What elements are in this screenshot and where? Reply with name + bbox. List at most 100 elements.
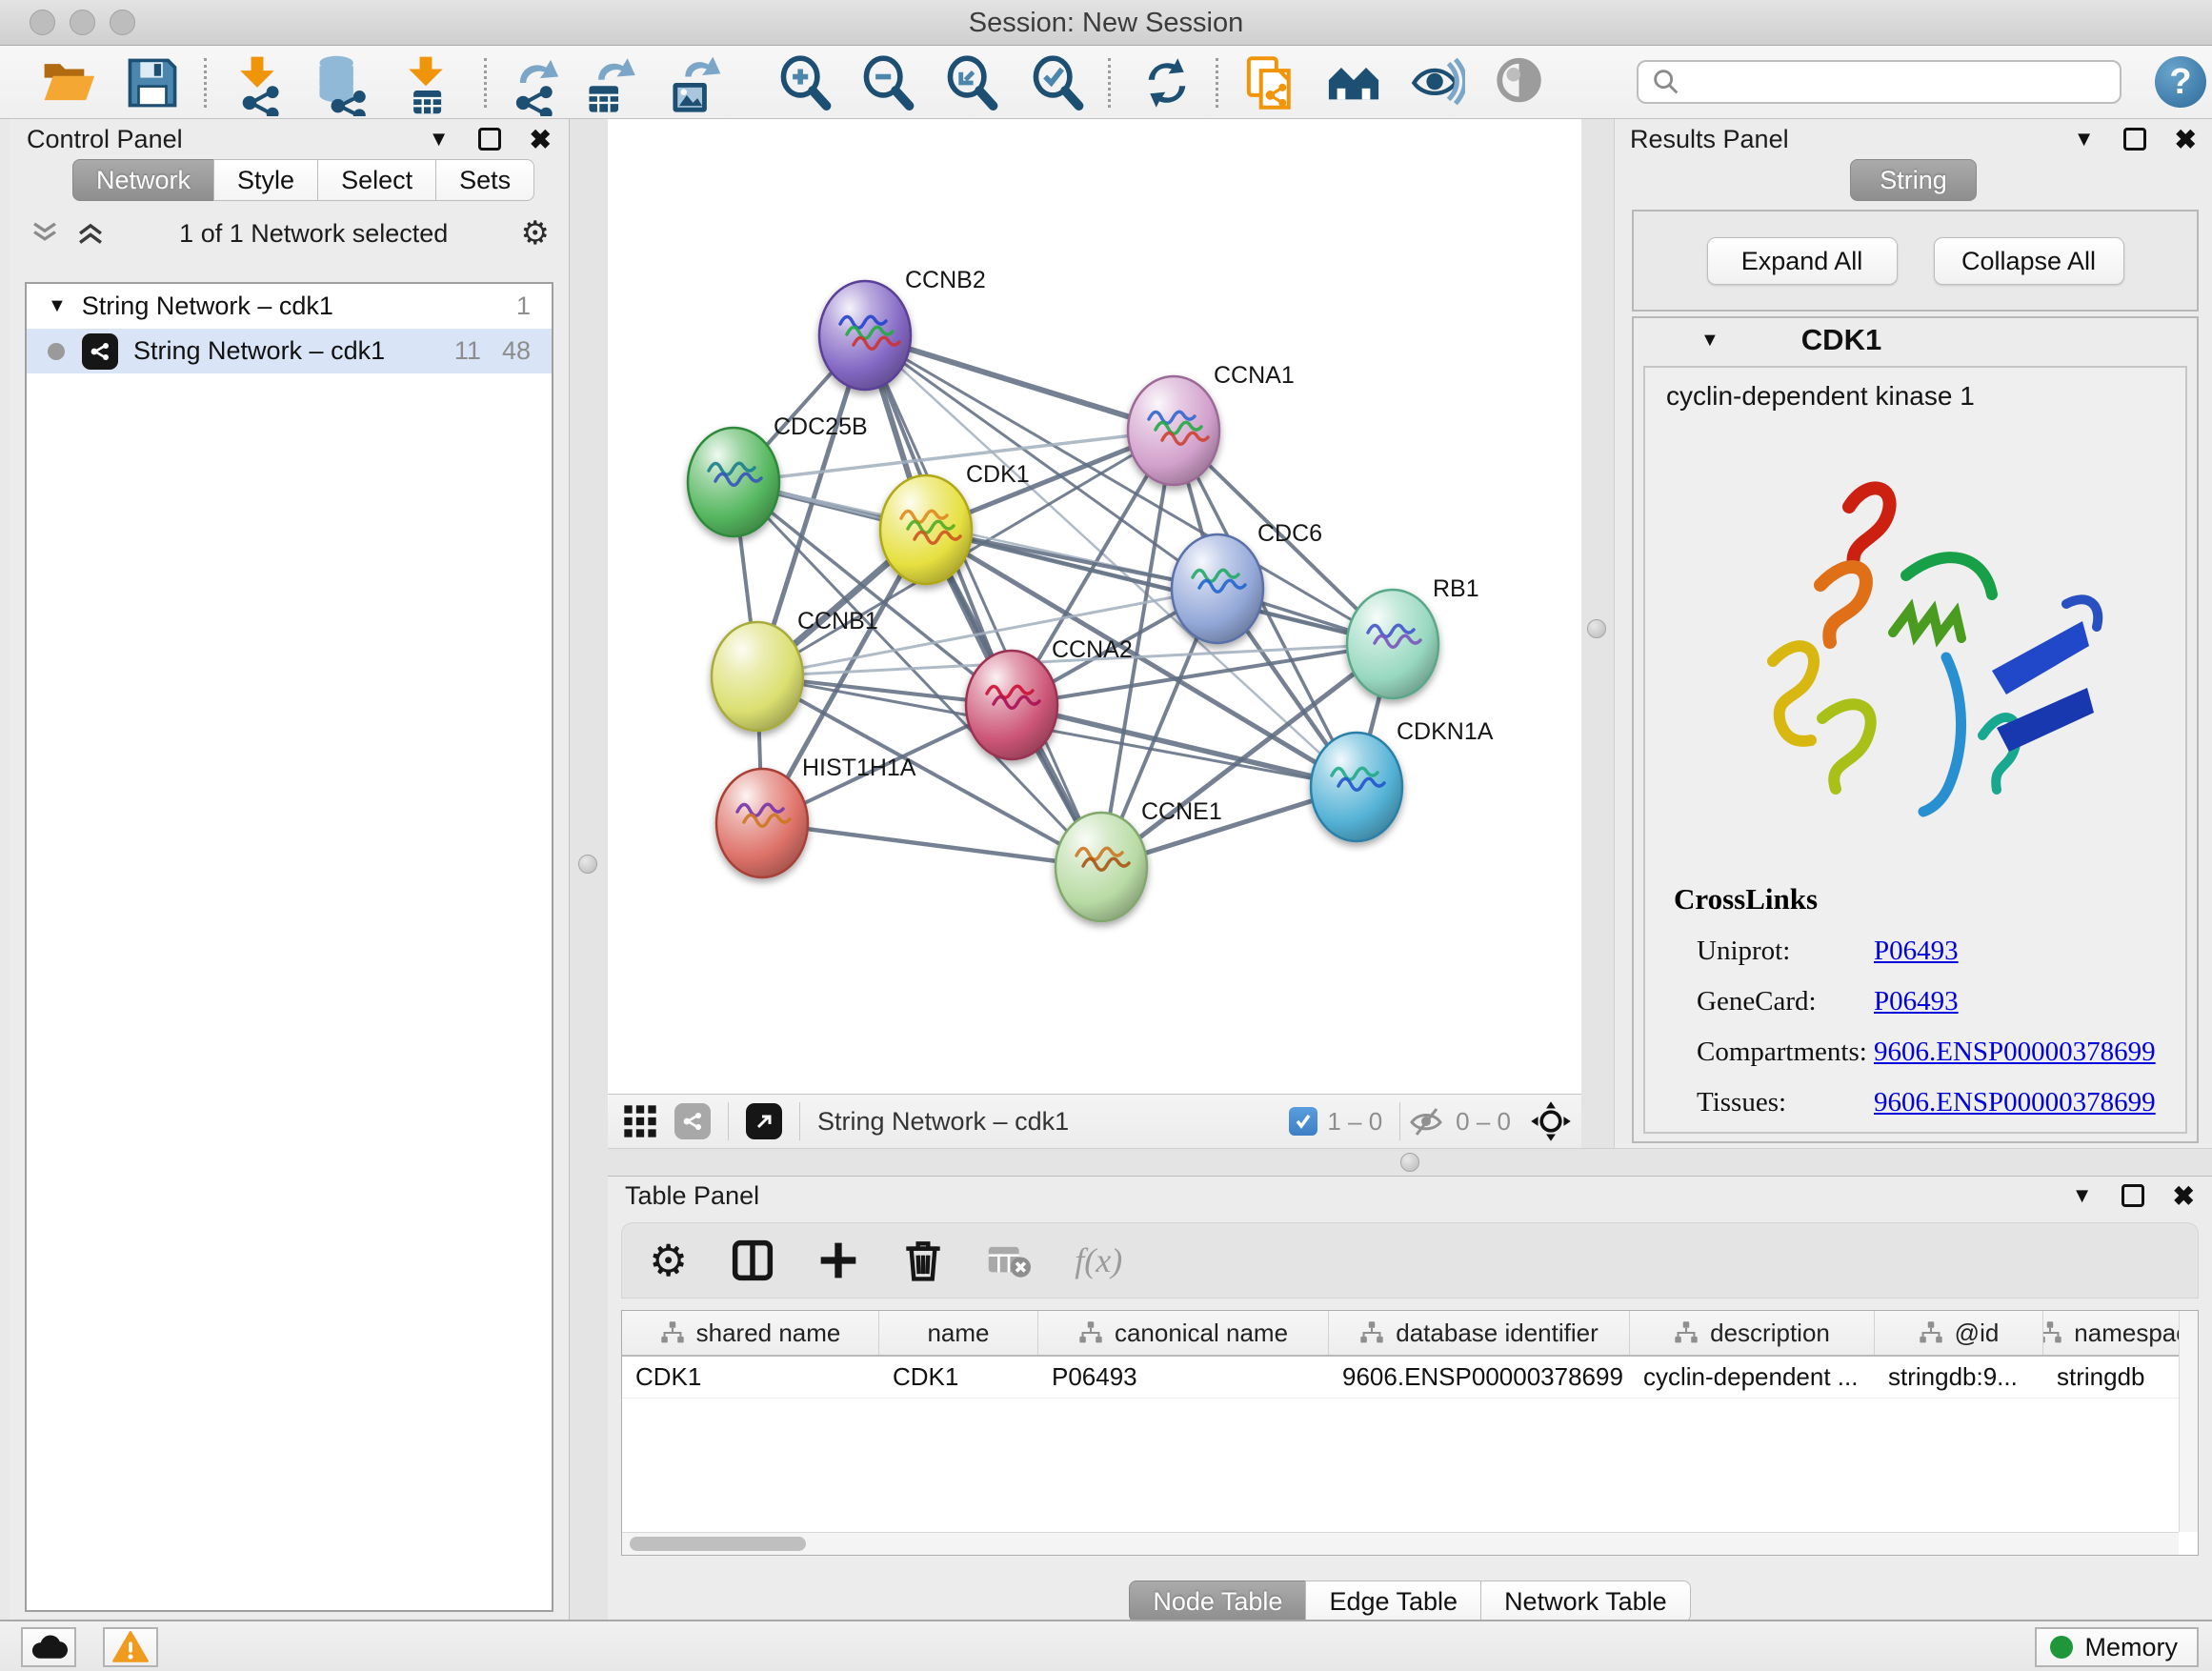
column-header-name[interactable]: name xyxy=(879,1311,1038,1355)
open-in-window-icon[interactable] xyxy=(746,1103,782,1139)
vertical-scrollbar[interactable] xyxy=(2179,1311,2198,1532)
warning-button[interactable] xyxy=(103,1627,158,1667)
settings-gear-icon[interactable]: ⚙ xyxy=(649,1235,688,1286)
panel-menu-icon[interactable]: ▼ xyxy=(429,127,450,151)
column-header--id[interactable]: @id xyxy=(1875,1311,2043,1355)
crosslink-link[interactable]: P06493 xyxy=(1874,936,1959,967)
open-session-icon[interactable] xyxy=(41,55,96,111)
memory-button[interactable]: Memory xyxy=(2035,1627,2199,1667)
panel-close-icon[interactable]: ✖ xyxy=(530,124,552,155)
panel-close-icon[interactable]: ✖ xyxy=(2175,124,2197,155)
help-button[interactable]: ? xyxy=(2155,56,2206,108)
node-CCNA1[interactable] xyxy=(1128,376,1219,485)
zoom-out-icon[interactable] xyxy=(860,55,915,111)
import-table-file-icon[interactable] xyxy=(398,55,453,111)
show-columns-icon[interactable] xyxy=(732,1239,774,1281)
export-image-icon[interactable] xyxy=(667,55,722,111)
column-header-canonical-name[interactable]: canonical name xyxy=(1038,1311,1329,1355)
collapse-all-icon[interactable] xyxy=(29,219,61,248)
panel-menu-icon[interactable]: ▼ xyxy=(2072,1183,2093,1208)
entry-expander-icon[interactable]: ▼ xyxy=(1700,330,1719,352)
tab-node-table[interactable]: Node Table xyxy=(1129,1580,1306,1622)
tab-string[interactable]: String xyxy=(1850,159,1977,201)
expand-all-button[interactable]: Expand All xyxy=(1707,237,1898,285)
import-network-file-icon[interactable] xyxy=(230,55,285,111)
export-network-icon[interactable] xyxy=(508,55,563,111)
edge-CCNB2-CCNE1[interactable] xyxy=(865,335,1101,867)
crosslink-link[interactable]: P06493 xyxy=(1874,986,1959,1017)
hidden-eye-icon[interactable] xyxy=(1408,1105,1446,1137)
horizontal-splitter-handle[interactable] xyxy=(1400,1153,1419,1172)
save-session-icon[interactable] xyxy=(125,55,180,111)
edge-HIST1H1A-CCNE1[interactable] xyxy=(762,823,1101,867)
table-row[interactable]: CDK1CDK1P064939606.ENSP00000378699cyclin… xyxy=(622,1357,2198,1399)
grid-view-icon[interactable] xyxy=(621,1102,659,1140)
network-row[interactable]: String Network – cdk1 11 48 xyxy=(27,329,552,373)
crosshair-icon[interactable] xyxy=(1530,1100,1572,1142)
network-collection-row[interactable]: ▼ String Network – cdk1 1 xyxy=(27,284,552,329)
node-CCNE1[interactable] xyxy=(1056,813,1147,921)
right-splitter-handle[interactable] xyxy=(1587,619,1606,638)
left-splitter[interactable] xyxy=(570,119,608,1620)
collection-expander-icon[interactable]: ▼ xyxy=(48,295,67,317)
zoom-fit-icon[interactable] xyxy=(944,55,999,111)
edge-CCNA2-CDKN1A[interactable] xyxy=(1012,705,1357,787)
add-column-icon[interactable] xyxy=(817,1239,859,1281)
horizontal-scrollbar-thumb[interactable] xyxy=(630,1537,806,1551)
node-CDC6[interactable] xyxy=(1172,534,1263,643)
node-CDKN1A[interactable] xyxy=(1311,733,1402,841)
node-HIST1H1A[interactable] xyxy=(716,769,808,877)
node-CDK1[interactable] xyxy=(880,475,972,584)
node-label-CDKN1A: CDKN1A xyxy=(1397,718,1494,745)
tab-select[interactable]: Select xyxy=(317,159,436,201)
node-CDC25B[interactable] xyxy=(688,428,779,536)
search-input[interactable] xyxy=(1690,63,2120,101)
network-canvas[interactable]: CCNB2CCNA1CDC25BCDK1CDC6RB1CCNB1CCNA2CDK… xyxy=(608,119,1581,1094)
panel-menu-icon[interactable]: ▼ xyxy=(2074,127,2095,151)
node-CCNA2[interactable] xyxy=(966,651,1057,759)
panel-close-icon[interactable]: ✖ xyxy=(2173,1180,2195,1212)
preview-eye-icon[interactable] xyxy=(1493,55,1548,111)
clone-network-icon[interactable] xyxy=(1244,55,1299,111)
selected-checkbox[interactable] xyxy=(1289,1107,1317,1136)
horizontal-splitter[interactable] xyxy=(608,1148,2212,1177)
search-field[interactable] xyxy=(1637,60,2122,104)
delete-table-icon[interactable] xyxy=(987,1241,1031,1279)
share-network-icon[interactable] xyxy=(674,1103,711,1139)
node-RB1[interactable] xyxy=(1347,590,1438,698)
function-builder-icon[interactable]: f(x) xyxy=(1075,1240,1122,1280)
left-splitter-handle[interactable] xyxy=(578,855,597,874)
panel-float-icon[interactable] xyxy=(2122,1184,2144,1207)
network-options-gear-icon[interactable]: ⚙ xyxy=(521,214,550,252)
zoom-selected-icon[interactable] xyxy=(1030,55,1085,111)
panel-float-icon[interactable] xyxy=(478,128,501,151)
node-CCNB2[interactable] xyxy=(819,281,911,390)
export-table-icon[interactable] xyxy=(583,55,638,111)
tab-edge-table[interactable]: Edge Table xyxy=(1305,1580,1481,1622)
birds-eye-view-icon[interactable] xyxy=(1326,55,1381,111)
delete-column-icon[interactable] xyxy=(903,1238,943,1282)
column-header-shared-name[interactable]: shared name xyxy=(622,1311,879,1355)
zoom-in-icon[interactable] xyxy=(777,55,833,111)
tab-network-table[interactable]: Network Table xyxy=(1480,1580,1691,1622)
right-splitter[interactable] xyxy=(1581,119,1614,1148)
crosslink-link[interactable]: 9606.ENSP00000378699 xyxy=(1874,1037,2156,1068)
panel-float-icon[interactable] xyxy=(2123,128,2146,151)
node-CCNB1[interactable] xyxy=(712,622,803,731)
tab-style[interactable]: Style xyxy=(213,159,318,201)
column-header-description[interactable]: description xyxy=(1630,1311,1875,1355)
show-hide-graphics-icon[interactable] xyxy=(1410,55,1465,111)
refresh-icon[interactable] xyxy=(1139,55,1195,111)
cloud-button[interactable] xyxy=(21,1627,76,1667)
column-header-database-identifier[interactable]: database identifier xyxy=(1329,1311,1630,1355)
column-header-namespace[interactable]: namespace xyxy=(2043,1311,2198,1355)
tab-network[interactable]: Network xyxy=(72,159,214,201)
crosslink-link[interactable]: 9606.ENSP00000378699 xyxy=(1874,1087,2156,1118)
edge-CCNB2-CCNA1[interactable] xyxy=(865,335,1174,431)
collapse-all-button[interactable]: Collapse All xyxy=(1934,237,2124,285)
table-panel: Table Panel ▼ ✖ ⚙ f(x) shared namenameca… xyxy=(608,1177,2212,1620)
import-network-database-icon[interactable] xyxy=(313,55,369,111)
tab-sets[interactable]: Sets xyxy=(435,159,534,201)
horizontal-scrollbar[interactable] xyxy=(622,1532,2179,1555)
expand-all-icon[interactable] xyxy=(74,219,107,248)
